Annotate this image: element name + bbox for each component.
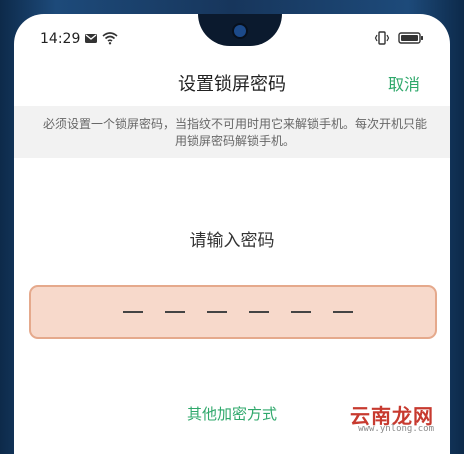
watermark-url: www.ynlong.com	[358, 424, 434, 434]
password-digit-placeholder	[123, 311, 143, 313]
page-title: 设置锁屏密码	[178, 74, 286, 95]
watermark: 云南龙网 www.ynlong.com	[330, 394, 444, 438]
phone-screen: 14:29 设置锁屏密码 取消 必须设置一个锁屏密码，当指纹不可用时用它来解锁手…	[14, 14, 450, 454]
password-digit-placeholder	[249, 311, 269, 313]
mail-icon	[85, 34, 97, 43]
password-digit-placeholder	[207, 311, 227, 313]
password-digit-placeholder	[291, 311, 311, 313]
status-time: 14:29	[40, 31, 81, 47]
password-digit-placeholder	[165, 311, 185, 313]
vibrate-icon	[374, 31, 390, 45]
wifi-icon	[102, 32, 118, 45]
password-input[interactable]	[29, 285, 437, 339]
password-digit-placeholder	[333, 311, 353, 313]
phone-frame: 14:29 设置锁屏密码 取消 必须设置一个锁屏密码，当指纹不可用时用它来解锁手…	[0, 0, 464, 454]
password-prompt: 请输入密码	[189, 231, 275, 251]
notice-text: 必须设置一个锁屏密码，当指纹不可用时用它来解锁手机。每次开机只能用锁屏密码解锁手…	[42, 117, 427, 148]
front-camera	[234, 25, 246, 37]
notice-banner: 必须设置一个锁屏密码，当指纹不可用时用它来解锁手机。每次开机只能用锁屏密码解锁手…	[14, 106, 450, 158]
cancel-button[interactable]: 取消	[388, 71, 420, 95]
header: 设置锁屏密码 取消	[14, 62, 450, 106]
battery-icon	[398, 32, 423, 44]
